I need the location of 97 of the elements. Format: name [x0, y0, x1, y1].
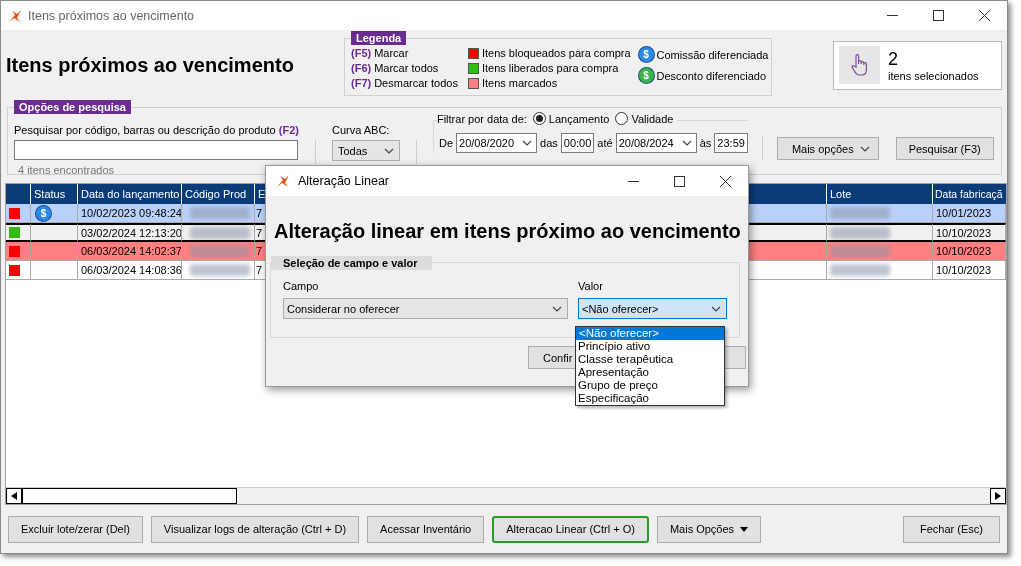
blurred-text [190, 226, 250, 239]
more-options-button[interactable]: Mais opções [776, 137, 879, 160]
table-cell: 7 [256, 264, 263, 276]
maximize-icon [932, 10, 944, 21]
blurred-text [830, 207, 890, 219]
dropdown-option[interactable]: <Não oferecer> [576, 327, 724, 340]
panel-title: Seleção de campo e valor [271, 256, 432, 270]
panel-title: Opções de pesquisa [14, 100, 131, 114]
search-field[interactable] [14, 140, 298, 160]
chevron-down-icon [681, 140, 692, 146]
table-cell: 06/03/2024 14:02:37 [81, 245, 181, 257]
column-header[interactable]: Data fabricaçã [933, 184, 1006, 204]
table-cell: 7 [256, 207, 263, 219]
hand-pointer-icon [839, 46, 880, 84]
dollar-badge-icon: $ [36, 205, 51, 221]
shortcut-key: (F5) [351, 47, 372, 59]
legend-label: Itens marcados [481, 77, 558, 89]
page-heading: Itens próximos ao vencimento [5, 53, 295, 77]
to-label: até [597, 137, 613, 149]
legend-label: Itens bloqueados para compra [481, 47, 631, 59]
date-field[interactable]: 20/08/2024 [615, 133, 697, 153]
caret-icon [740, 526, 749, 532]
blurred-text [190, 245, 250, 257]
date-field[interactable]: 20/08/2020 [456, 133, 538, 153]
dropdown-option[interactable]: Apresentação [576, 366, 724, 379]
legend-label: Marcar [374, 47, 409, 59]
blurred-text [190, 207, 250, 219]
table-cell: 10/10/2023 [936, 245, 992, 257]
chevron-down-icon [522, 140, 533, 146]
column-header[interactable]: Status [31, 184, 78, 204]
logo-icon [8, 8, 22, 23]
action-button[interactable]: Acessar Inventário [367, 515, 485, 543]
radio-option[interactable]: Lançamento [532, 112, 610, 125]
value-dropdown[interactable]: <Não oferecer> [578, 298, 727, 319]
table-cell: 10/10/2023 [936, 226, 992, 239]
chevron-down-icon [859, 145, 870, 152]
table-cell: 7 [256, 245, 263, 257]
dollar-badge-icon: $ [638, 47, 654, 62]
table-cell: 03/02/2024 12:13:20 [81, 226, 181, 239]
horizontal-scrollbar[interactable] [6, 487, 1006, 504]
legend-label: Itens liberados para compra [481, 62, 619, 74]
dialog-heading: Alteração linear em itens próximo ao vencimento [273, 219, 742, 240]
result-count: 4 itens encontrados [17, 164, 115, 176]
dollar-badge-icon: $ [638, 68, 654, 83]
time-field[interactable]: 00:00 [560, 133, 595, 153]
action-button[interactable]: Excluir lote/zerar (Del) [8, 515, 143, 543]
legend-label: Desconto diferenciado [656, 69, 766, 82]
shortcut-key: (F7) [351, 77, 372, 89]
field-label: Campo [283, 280, 320, 292]
selected-count: 2 [888, 48, 899, 70]
time-label: das [540, 137, 558, 149]
dropdown-option[interactable]: Grupo de preço [576, 379, 724, 392]
action-button[interactable]: Alteracao Linear (Ctrl + O) [492, 515, 649, 543]
column-header[interactable]: Data do lançamento [78, 184, 182, 204]
value-label: Valor [578, 280, 604, 292]
legend-label: Comissão diferenciada [656, 48, 769, 61]
search-label: Pesquisar por código, barras ou descrição do produto (F2) [14, 124, 299, 136]
chevron-down-icon [711, 305, 721, 312]
dropdown-option[interactable]: Especificação [576, 392, 724, 405]
curve-dropdown[interactable]: Todas [331, 140, 400, 161]
action-button[interactable]: Visualizar logs de alteração (Ctrl + D) [150, 515, 360, 543]
chevron-down-icon [383, 147, 394, 154]
blurred-text [190, 264, 250, 276]
close-icon [719, 175, 731, 187]
time-label: às [699, 137, 712, 149]
right-arrow-icon[interactable] [995, 492, 1001, 500]
selected-label: itens selecionados [888, 69, 979, 82]
shortcut-key: (F6) [351, 62, 372, 74]
table-cell: 10/10/2023 [936, 264, 992, 276]
action-button[interactable]: Fechar (Esc) [903, 515, 1000, 543]
left-arrow-icon[interactable] [11, 492, 17, 500]
curve-label: Curva ABC: [331, 124, 391, 136]
search-button[interactable]: Pesquisar (F3) [895, 137, 994, 160]
table-cell: 7 [256, 226, 263, 239]
logo-icon [276, 174, 290, 188]
maximize-icon [673, 175, 685, 187]
field-dropdown[interactable]: Considerar no oferecer [283, 298, 568, 319]
blurred-text [830, 226, 890, 239]
legend-label: Marcar todos [374, 62, 439, 74]
table-cell: 10/02/2023 09:48:24 [81, 207, 181, 219]
blurred-text [830, 245, 890, 257]
table-cell: 10/01/2023 [936, 207, 992, 219]
radio-option[interactable]: Validade [615, 112, 674, 125]
dialog-title: Alteração Linear [298, 174, 390, 188]
window-title: Itens próximos ao vencimento [28, 8, 195, 23]
from-label: De [438, 137, 453, 149]
legend-title: Legenda [351, 31, 407, 45]
legend-label: Desmarcar todos [374, 77, 458, 89]
time-field[interactable]: 23:59 [714, 133, 748, 153]
filter-label: Filtrar por data de: [436, 112, 527, 125]
column-header[interactable]: Código Prod [182, 184, 255, 204]
action-button[interactable]: Mais Opções [656, 515, 762, 543]
column-header[interactable]: Lote [827, 184, 933, 204]
close-icon [978, 10, 990, 21]
blurred-text [830, 264, 890, 276]
table-cell: 06/03/2024 14:08:36 [81, 264, 181, 276]
chevron-down-icon [552, 305, 562, 312]
